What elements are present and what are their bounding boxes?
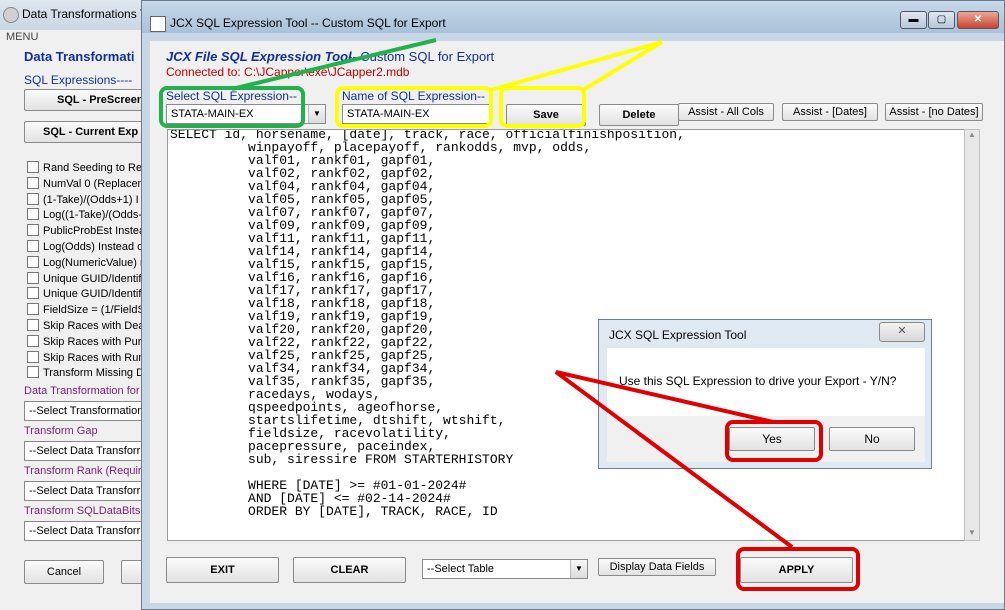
yellow-arrow-name — [490, 40, 663, 92]
annotation-arrows — [231, 38, 794, 549]
green-arrow — [231, 38, 437, 91]
yellow-arrow-save — [581, 40, 664, 92]
red-arrow — [554, 370, 794, 549]
